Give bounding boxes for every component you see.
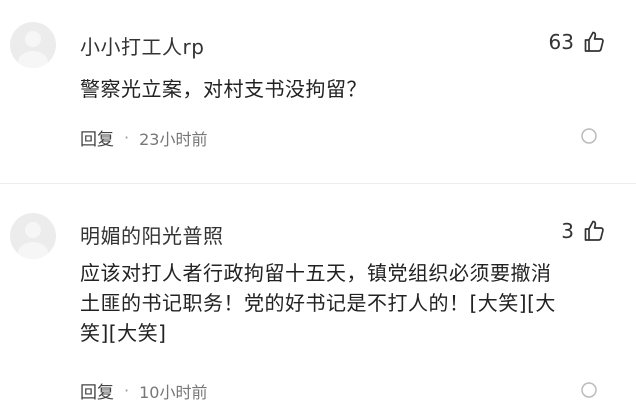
username[interactable]: 明媚的阳光普照: [80, 220, 224, 249]
reply-button[interactable]: 回复: [80, 378, 114, 403]
comment-text: 警察光立案，对村支书没拘留？: [80, 77, 367, 101]
comment-text-line: 笑][大笑]: [80, 321, 167, 345]
comment-text-line: 应该对打人者行政拘留十五天，镇党组织必须要撤消: [80, 261, 552, 285]
like-button[interactable]: 63: [549, 30, 606, 54]
comment-meta: 回复 · 10小时前: [80, 378, 207, 403]
comment-meta: 回复 · 23小时前: [80, 125, 207, 150]
like-count: 63: [548, 30, 574, 54]
comment-text: 应该对打人者行政拘留十五天，镇党组织必须要撤消 土匪的书记职务！党的好书记是不打…: [80, 258, 620, 348]
comment-text-line: 土匪的书记职务！党的好书记是不打人的！[大笑][大: [80, 291, 556, 315]
reply-button[interactable]: 回复: [80, 125, 114, 150]
like-count: 3: [561, 219, 574, 243]
avatar[interactable]: [10, 22, 56, 68]
avatar[interactable]: [10, 213, 56, 259]
thumbs-up-icon: [584, 220, 604, 241]
divider: [0, 183, 636, 184]
timestamp: 10小时前: [139, 382, 208, 402]
separator-dot: ·: [124, 128, 130, 147]
default-avatar-icon: [18, 31, 48, 68]
like-button[interactable]: 3: [561, 219, 606, 243]
separator-dot: ·: [124, 381, 130, 400]
more-options-icon[interactable]: [580, 381, 598, 399]
more-options-icon[interactable]: [580, 127, 598, 145]
default-avatar-icon: [18, 222, 48, 259]
thumbs-up-icon: [584, 31, 604, 52]
timestamp: 23小时前: [139, 129, 208, 149]
username[interactable]: 小小打工人rp: [80, 31, 204, 60]
